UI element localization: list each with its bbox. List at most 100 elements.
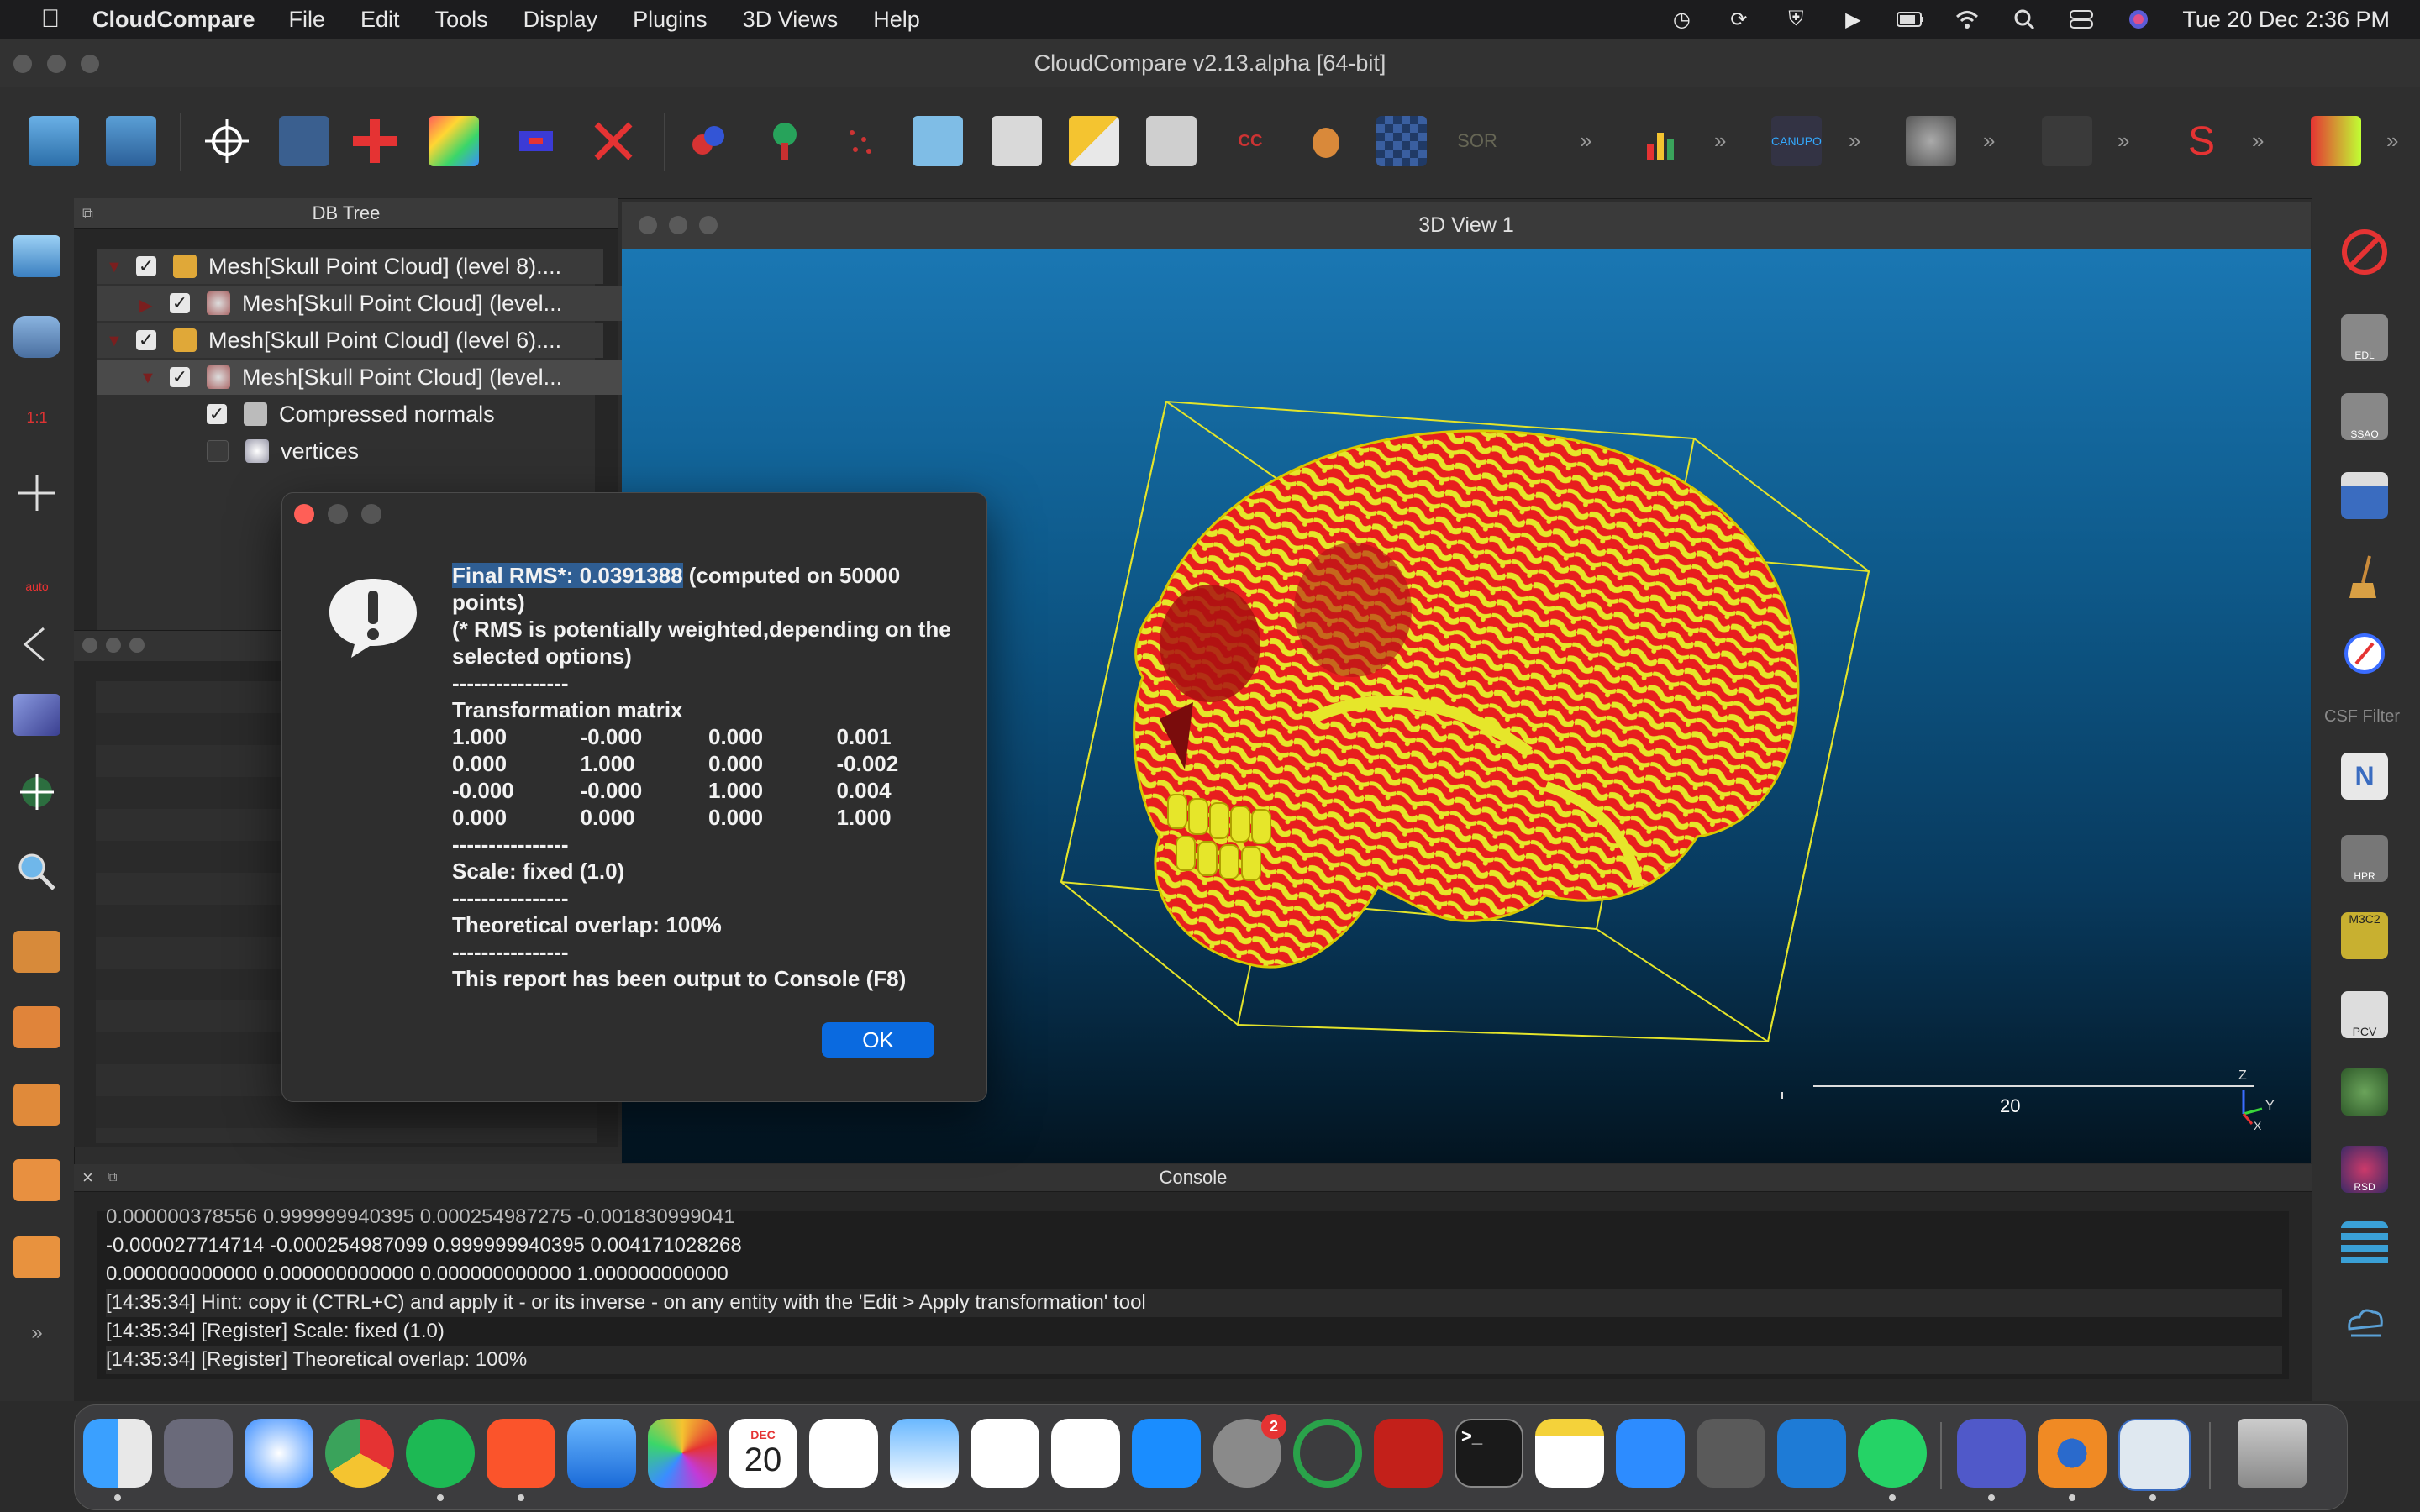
broom-icon[interactable] [2341, 553, 2388, 600]
console-close-icon[interactable]: × [82, 1167, 93, 1189]
visibility-checkbox[interactable]: ✓ [207, 403, 227, 424]
subsample-icon[interactable] [913, 116, 963, 166]
more-views-icon[interactable]: » [13, 1312, 60, 1354]
pick-rotation-center-icon[interactable] [202, 116, 252, 166]
menu-file[interactable]: File [289, 7, 326, 33]
window-zoom-button[interactable] [81, 55, 99, 73]
window-close-button[interactable] [13, 55, 32, 73]
menu-plugins[interactable]: Plugins [633, 7, 708, 33]
terminal-icon[interactable]: >_ [1455, 1419, 1523, 1488]
brave-icon[interactable] [487, 1419, 555, 1488]
collapse-arrow-icon[interactable]: ▼ [106, 332, 123, 350]
kdtree-icon[interactable] [1906, 116, 1956, 166]
menu-bar-clock[interactable]: Tue 20 Dec 2:36 PM [2182, 7, 2390, 33]
cloud-layers-icon[interactable] [2341, 1299, 2388, 1346]
s-plugin-icon[interactable]: S [2176, 116, 2227, 166]
view-zoom-button[interactable] [699, 216, 718, 234]
visibility-checkbox[interactable]: ✓ [170, 292, 190, 313]
perspective-icon[interactable] [13, 623, 60, 665]
menu-edit[interactable]: Edit [360, 7, 400, 33]
normals-n-icon[interactable]: N [2341, 753, 2388, 800]
wifi-icon[interactable] [1954, 8, 1981, 31]
top-view-icon[interactable] [13, 1006, 60, 1048]
ransac-icon[interactable] [2341, 1068, 2388, 1116]
menu-display[interactable]: Display [523, 7, 598, 33]
siri-icon[interactable] [2125, 8, 2152, 31]
compass-icon[interactable] [2341, 630, 2388, 677]
view-close-button[interactable] [639, 216, 657, 234]
battery-icon[interactable] [1897, 8, 1924, 31]
csf-filter-label[interactable]: CSF Filter [2324, 707, 2400, 727]
left-view-icon[interactable] [13, 1084, 60, 1126]
safari-icon[interactable] [245, 1419, 313, 1488]
save-icon[interactable] [106, 116, 156, 166]
sync-icon[interactable]: ⟳ [1725, 8, 1752, 31]
ssao-shader-icon[interactable]: SSAO [2341, 393, 2388, 440]
calculator-icon[interactable] [1697, 1419, 1765, 1488]
segment-icon[interactable] [511, 116, 561, 166]
keynote-icon[interactable] [890, 1419, 959, 1488]
grid-icon[interactable] [1376, 116, 1427, 166]
properties-list-icon[interactable] [279, 116, 329, 166]
tree-row[interactable]: ▼ ✓ Mesh[Skull Point Cloud] (level 8)...… [97, 249, 603, 284]
auto-pivot-icon[interactable]: auto [13, 551, 60, 593]
toolbar-overflow-icon-7[interactable]: » [2386, 128, 2398, 154]
m3c2-icon[interactable]: M3C2 [2341, 912, 2388, 959]
app-menu[interactable]: CloudCompare [92, 7, 255, 33]
vscode-icon[interactable] [1777, 1419, 1846, 1488]
acrobat-icon[interactable] [1374, 1419, 1443, 1488]
properties-zoom-button[interactable] [129, 638, 145, 653]
launchpad-icon[interactable] [164, 1419, 233, 1488]
stop-icon[interactable] [2341, 228, 2388, 276]
view-minimize-button[interactable] [669, 216, 687, 234]
collapse-arrow-icon[interactable]: ▼ [139, 369, 156, 387]
ok-button[interactable]: OK [822, 1022, 934, 1058]
plugin-gear-icon[interactable] [2042, 116, 2092, 166]
front-view-icon[interactable] [13, 931, 60, 973]
visibility-checkbox[interactable]: ✓ [170, 366, 190, 387]
histogram-icon[interactable] [1639, 116, 1689, 166]
calendar-icon[interactable]: DEC 20 [729, 1419, 797, 1488]
open-file-icon[interactable] [29, 116, 79, 166]
tree-row[interactable]: ✓ Compressed normals [97, 396, 704, 432]
delete-icon[interactable] [588, 116, 639, 166]
toolbar-overflow-icon-6[interactable]: » [2252, 128, 2264, 154]
finder-icon[interactable] [83, 1419, 152, 1488]
teams-icon[interactable] [1957, 1419, 2026, 1488]
reminders-icon[interactable] [809, 1419, 878, 1488]
shield-icon[interactable]: ⛨ [1782, 8, 1809, 31]
toolbar-overflow-icon-5[interactable]: » [2118, 128, 2129, 154]
tree-row[interactable]: ▼ ✓ Mesh[Skull Point Cloud] (level 6)...… [97, 323, 603, 358]
layers-icon[interactable] [2341, 1221, 2388, 1268]
numbers-icon[interactable] [971, 1419, 1039, 1488]
visibility-checkbox[interactable]: ✓ [136, 329, 156, 350]
zoom-1-1-icon[interactable]: 1:1 [13, 396, 60, 438]
tree-row[interactable]: ▶ ✓ Mesh[Skull Point Cloud] (level... [97, 286, 637, 321]
density-icon[interactable] [1069, 116, 1119, 166]
tree-row[interactable]: vertices [97, 433, 704, 469]
animation-icon[interactable] [2341, 472, 2388, 519]
adi-plugin-icon[interactable] [2311, 116, 2361, 166]
blender-icon[interactable] [2038, 1419, 2107, 1488]
menu-help[interactable]: Help [873, 7, 920, 33]
zoom-icon[interactable] [13, 850, 60, 892]
toolbar-overflow-icon-4[interactable]: » [1983, 128, 1995, 154]
notes-icon[interactable] [1535, 1419, 1604, 1488]
search-icon[interactable] [2011, 8, 2038, 31]
sample-points-icon[interactable] [835, 116, 886, 166]
properties-close-button[interactable] [82, 638, 97, 653]
toolbar-overflow-icon-2[interactable]: » [1714, 128, 1726, 154]
sor-filter-icon[interactable]: SOR [1452, 116, 1502, 166]
cube-view-icon[interactable] [13, 694, 60, 736]
hpr-icon[interactable]: HPR [2341, 835, 2388, 882]
canupo-icon[interactable]: CANUPO [1771, 116, 1822, 166]
noise-filter-icon[interactable] [992, 116, 1042, 166]
console-float-icon[interactable]: ⧉ [108, 1170, 117, 1185]
chrome-icon[interactable] [325, 1419, 394, 1488]
spotify-icon[interactable] [406, 1419, 475, 1488]
photos-icon[interactable] [648, 1419, 717, 1488]
distance-icon[interactable] [1146, 116, 1197, 166]
pcv-icon[interactable]: PCV [2341, 991, 2388, 1038]
expand-arrow-icon[interactable]: ▶ [139, 295, 155, 315]
add-point-icon[interactable] [350, 116, 400, 166]
